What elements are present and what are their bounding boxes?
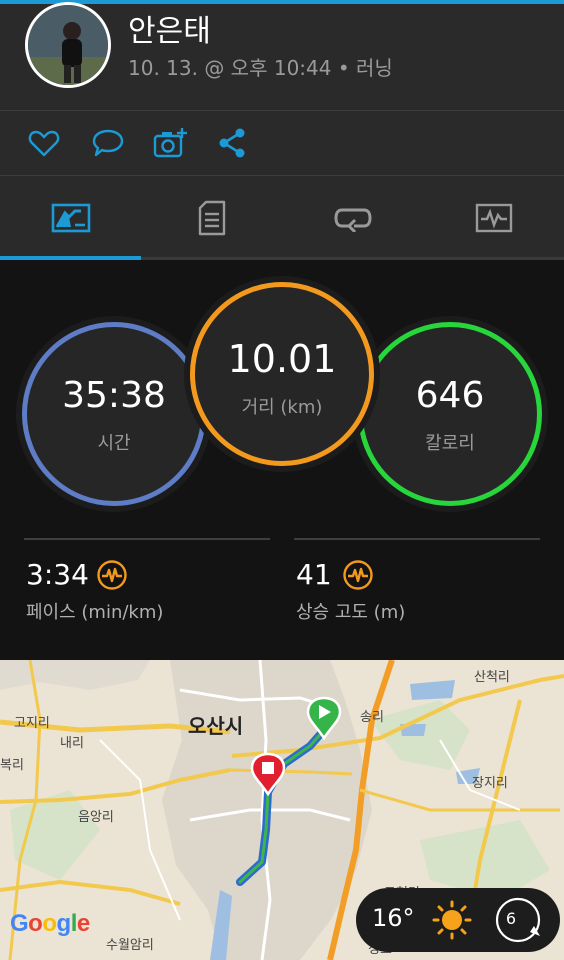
map-place-label: 음앙리 (78, 810, 114, 825)
temperature-value: 16° (372, 904, 415, 932)
laps-loop-icon (333, 208, 372, 232)
activity-meta: 10. 13. @ 오후 10:44 • 러닝 (128, 56, 393, 80)
map-place-label: 수월암리 (106, 938, 154, 953)
map-place-label: 고지리 (14, 716, 50, 731)
pace-activity-icon (97, 560, 127, 590)
map-place-label: 산척리 (474, 670, 510, 685)
time-value: 35:38 (62, 375, 166, 416)
user-name[interactable]: 안은태 (128, 6, 211, 50)
distance-value: 10.01 (227, 337, 337, 381)
pace-divider (24, 538, 270, 540)
tab-charts[interactable] (423, 176, 564, 260)
share-button[interactable] (212, 123, 252, 163)
finish-marker-icon[interactable] (250, 752, 286, 796)
distance-stat-circle: 10.01 거리 (km) (190, 282, 374, 466)
pace-value: 3:34 (26, 558, 89, 591)
action-bar (0, 111, 564, 175)
charts-icon (475, 203, 512, 233)
comment-icon (92, 129, 124, 157)
elevation-value: 41 (296, 558, 332, 591)
like-button[interactable] (24, 123, 64, 163)
map-place-label: 복리 (0, 758, 24, 773)
add-photo-button[interactable] (150, 123, 190, 163)
sun-icon (432, 900, 472, 940)
top-accent-line (0, 0, 564, 4)
time-stat-circle: 35:38 시간 (22, 322, 206, 506)
details-list-icon (198, 200, 225, 236)
summary-stats-icon (51, 203, 90, 233)
calories-stat-circle: 646 칼로리 (358, 322, 542, 506)
wind-speed-value: 6 (505, 909, 517, 928)
map-place-label: 장지리 (472, 776, 508, 791)
calories-label: 칼로리 (425, 433, 475, 454)
pace-label: 페이스 (min/km) (26, 602, 164, 623)
heart-icon (28, 130, 60, 157)
time-label: 시간 (97, 433, 131, 454)
wind-indicator: 6 (494, 896, 542, 944)
tab-bar (0, 176, 564, 260)
map-place-label: 송리 (360, 710, 384, 725)
tab-summary[interactable] (0, 176, 141, 260)
start-marker-icon[interactable] (306, 696, 342, 740)
share-icon (219, 128, 245, 158)
calories-value: 646 (415, 375, 485, 416)
tab-details[interactable] (141, 176, 282, 260)
distance-label: 거리 (km) (241, 397, 323, 418)
tab-laps[interactable] (282, 176, 423, 260)
elevation-divider (294, 538, 540, 540)
map-place-label: 내리 (60, 736, 84, 751)
elevation-label: 상승 고도 (m) (296, 602, 406, 623)
map-city-label: 오산시 (188, 714, 244, 738)
activity-header: 안은태 10. 13. @ 오후 10:44 • 러닝 (0, 0, 564, 110)
google-logo: Google (10, 910, 90, 937)
elevation-activity-icon (343, 560, 373, 590)
stats-panel: 35:38 시간 646 칼로리 10.01 거리 (km) 3:34 페이스 … (0, 260, 564, 660)
avatar[interactable] (25, 2, 111, 88)
camera-add-icon (153, 128, 187, 158)
comment-button[interactable] (88, 123, 128, 163)
